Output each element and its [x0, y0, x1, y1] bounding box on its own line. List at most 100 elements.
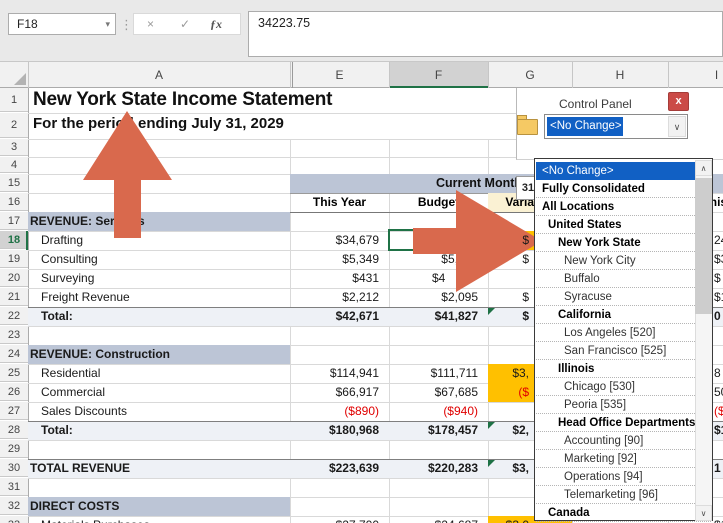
close-button[interactable]: x [668, 92, 689, 111]
row-header-15[interactable]: 15 [0, 174, 28, 192]
dropdown-item[interactable]: All Locations [536, 198, 711, 216]
cell-ytd-fragment[interactable]: $1 [714, 288, 723, 307]
dropdown-item[interactable]: Head Office Departments [536, 414, 711, 432]
cell-ytd-fragment[interactable]: $1 [714, 516, 723, 523]
column-header-F[interactable]: F [389, 62, 488, 88]
cell-ytd-fragment[interactable]: 1 [714, 459, 721, 478]
cell-this-year[interactable]: $223,639 [290, 459, 384, 478]
name-box-chevron-icon[interactable]: ▾ [105, 14, 110, 34]
cell-budget-fragment[interactable]: $4 [432, 269, 445, 288]
cell-budget[interactable]: $41,827 [389, 307, 483, 326]
row-label[interactable]: TOTAL REVENUE [30, 459, 130, 478]
row-label[interactable]: Total: [41, 421, 73, 440]
dropdown-item[interactable]: United States [536, 216, 711, 234]
row-header-28[interactable]: 28 [0, 421, 28, 439]
cell-ytd-fragment[interactable]: $3 [714, 250, 723, 269]
cell-budget[interactable]: $2,095 [389, 288, 483, 307]
dropdown-item[interactable]: New York State [536, 234, 711, 252]
row-header-32[interactable]: 32 [0, 497, 28, 515]
cell-this-year[interactable]: ($890) [290, 402, 384, 421]
active-cell-selection[interactable] [388, 229, 489, 251]
column-header-H[interactable]: H [572, 62, 668, 88]
row-header-16[interactable]: 16 [0, 193, 28, 211]
select-all-button[interactable] [14, 73, 26, 85]
dropdown-item[interactable]: <No Change> [536, 162, 711, 180]
cell-variance-fragment[interactable]: ($ [488, 383, 529, 402]
cell-variance-fragment[interactable]: $ [488, 307, 529, 326]
enter-icon[interactable]: ✓ [180, 14, 190, 34]
cell-budget[interactable]: ($940) [389, 402, 483, 421]
dropdown-item[interactable]: California [536, 306, 711, 324]
cell-this-year[interactable]: $42,671 [290, 307, 384, 326]
row-header-3[interactable]: 3 [0, 139, 28, 156]
cell-ytd-fragment[interactable]: ($ [714, 402, 723, 421]
header-this-year[interactable]: This Year [290, 193, 389, 212]
row-header-19[interactable]: 19 [0, 250, 28, 268]
row-header-2[interactable]: 2 [0, 113, 28, 138]
cell-budget[interactable]: $24,687 [389, 516, 483, 523]
dropdown-item[interactable]: New York City [536, 252, 711, 270]
section-label[interactable]: DIRECT COSTS [30, 497, 119, 516]
row-header-29[interactable]: 29 [0, 440, 28, 458]
row-label[interactable]: Total: [41, 307, 73, 326]
row-label[interactable]: Freight Revenue [41, 288, 130, 307]
dropdown-item[interactable]: Accounting [90] [536, 432, 711, 450]
cell-variance-fragment[interactable]: $3, [488, 459, 529, 478]
section-label[interactable]: REVENUE: Construction [30, 345, 170, 364]
cancel-icon[interactable]: × [147, 14, 154, 34]
row-header-21[interactable]: 21 [0, 288, 28, 306]
row-header-27[interactable]: 27 [0, 402, 28, 420]
dropdown-item[interactable]: Canada [536, 504, 711, 522]
dropdown-item[interactable]: Peoria [535] [536, 396, 711, 414]
row-label[interactable]: Materials Purchases [41, 516, 150, 523]
cell-this-year[interactable]: $180,968 [290, 421, 384, 440]
header-budget[interactable]: Budget [389, 193, 488, 212]
cell-ytd-fragment[interactable]: 8 [714, 364, 721, 383]
cell-variance-fragment[interactable]: $3, [488, 364, 529, 383]
insert-function-icon[interactable]: ƒx [210, 14, 222, 34]
row-header-33[interactable]: 33 [0, 516, 28, 523]
cell-this-year[interactable]: $27,700 [290, 516, 384, 523]
cell-variance-fragment[interactable]: $ [488, 231, 529, 250]
cell-ytd-fragment[interactable]: 24 [714, 231, 723, 250]
row-header-25[interactable]: 25 [0, 364, 28, 382]
cell-variance-fragment[interactable]: $2, [488, 421, 529, 440]
cell-budget[interactable]: $111,711 [389, 364, 483, 383]
row-header-17[interactable]: 17 [0, 212, 28, 230]
row-label[interactable]: Commercial [41, 383, 105, 402]
cell-ytd-fragment[interactable]: $1 [714, 421, 723, 440]
dropdown-item[interactable]: Operations [94] [536, 468, 711, 486]
row-header-23[interactable]: 23 [0, 326, 28, 344]
row-header-18[interactable]: 18 [0, 231, 28, 249]
row-label[interactable]: Consulting [41, 250, 98, 269]
row-header-22[interactable]: 22 [0, 307, 28, 325]
cell-this-year[interactable]: $5,349 [290, 250, 384, 269]
row-header-26[interactable]: 26 [0, 383, 28, 401]
cell-this-year[interactable]: $34,679 [290, 231, 384, 250]
scroll-up-icon[interactable]: ∧ [695, 160, 712, 176]
cell-variance-fragment[interactable]: $ [488, 288, 529, 307]
formula-input[interactable]: 34223.75 [248, 11, 723, 57]
row-header-30[interactable]: 30 [0, 459, 28, 477]
dropdown-item[interactable]: Marketing [92] [536, 450, 711, 468]
cell-variance-fragment[interactable]: $ [488, 250, 529, 269]
cell-this-year[interactable]: $114,941 [290, 364, 384, 383]
row-label[interactable]: Surveying [41, 269, 94, 288]
dropdown-item[interactable]: Los Angeles [520] [536, 324, 711, 342]
column-header-G[interactable]: G [488, 62, 572, 88]
row-header-31[interactable]: 31 [0, 478, 28, 496]
cell-budget[interactable]: $5,068 [389, 250, 483, 269]
cell-ytd-fragment[interactable]: 0 [714, 307, 721, 326]
cell-ytd-fragment[interactable]: $ [714, 269, 721, 288]
row-label[interactable]: Sales Discounts [41, 402, 127, 421]
dropdown-item[interactable]: Chicago [530] [536, 378, 711, 396]
scrollbar-thumb[interactable] [695, 178, 712, 314]
row-label[interactable]: Drafting [41, 231, 83, 250]
cell-budget[interactable]: $178,457 [389, 421, 483, 440]
cell-this-year[interactable]: $431 [290, 269, 384, 288]
cell-variance-fragment[interactable]: $3,0 [488, 516, 529, 523]
row-label[interactable]: Residential [41, 364, 100, 383]
cell-this-year[interactable]: $66,917 [290, 383, 384, 402]
cell-ytd-fragment[interactable]: 50 [714, 383, 723, 402]
row-header-24[interactable]: 24 [0, 345, 28, 363]
